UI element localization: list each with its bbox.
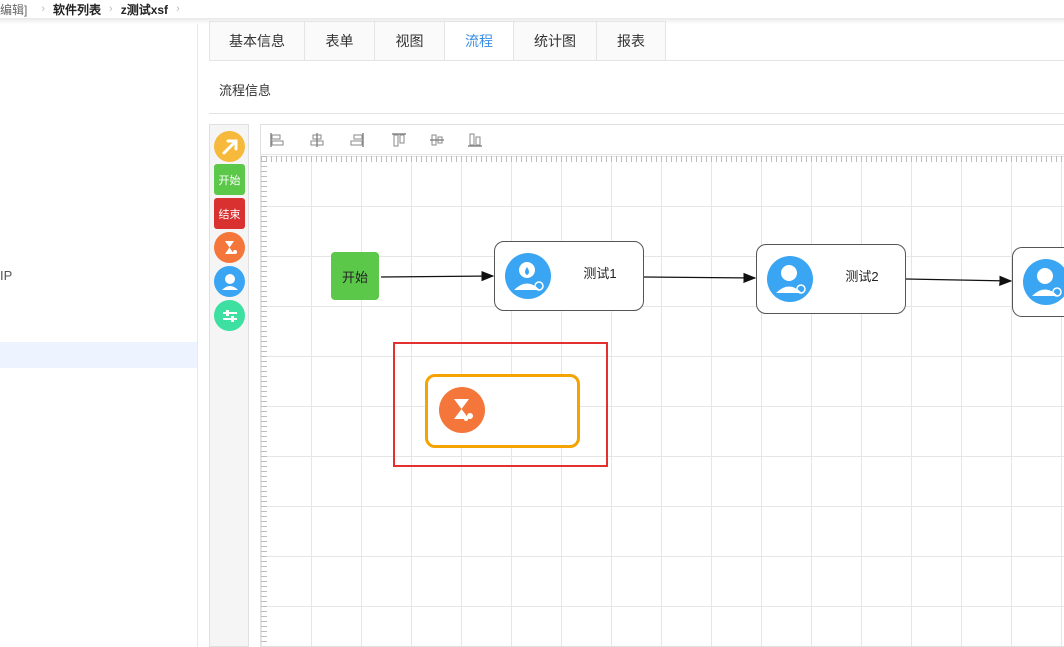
chevron-right-icon: › (109, 3, 113, 15)
flow-canvas[interactable]: 开始 测试1 测试2 (260, 124, 1064, 647)
task-node-2[interactable]: 测试2 (756, 244, 906, 314)
arrow-up-right-icon (222, 139, 237, 154)
breadcrumb-item-software-list[interactable]: 软件列表 (53, 1, 101, 18)
tab-flow[interactable]: 流程 (445, 21, 514, 61)
tabs-divider (209, 60, 1064, 61)
breadcrumb-item-edit[interactable]: 编辑] (0, 1, 27, 18)
sidebar-item-active[interactable] (0, 342, 197, 368)
tab-basic-info[interactable]: 基本信息 (209, 21, 305, 61)
task-node-1[interactable]: 测试1 (494, 241, 644, 311)
left-sidebar: IP (0, 24, 198, 647)
start-node-tool[interactable]: 开始 (214, 164, 245, 195)
timer-node-selected[interactable] (425, 374, 580, 448)
end-node-tool[interactable]: 结束 (214, 198, 245, 229)
user-icon (221, 273, 238, 290)
gateway-tool[interactable] (214, 300, 245, 331)
chevron-right-icon: › (176, 3, 180, 15)
chevron-right-icon: › (41, 3, 46, 15)
section-divider (209, 113, 1064, 114)
user-icon (767, 256, 813, 302)
task-node-label: 测试2 (845, 268, 879, 284)
edge-task2-to-task3[interactable] (905, 275, 1013, 286)
tab-view[interactable]: 视图 (375, 21, 445, 61)
flow-connectors (380, 270, 1013, 286)
node-palette: 开始 结束 (209, 124, 249, 647)
hourglass-icon (439, 387, 485, 433)
tab-report[interactable]: 报表 (597, 21, 666, 61)
sidebar-item-label[interactable]: IP (0, 268, 12, 283)
sliders-icon (222, 309, 237, 322)
hourglass-icon (224, 240, 237, 254)
task-node-3[interactable] (1012, 247, 1064, 317)
user-icon (505, 253, 551, 299)
user-icon (1023, 259, 1064, 305)
start-node[interactable]: 开始 (331, 252, 379, 300)
tab-form[interactable]: 表单 (305, 21, 375, 61)
breadcrumb: 编辑] › 软件列表 › z测试xsf › (0, 0, 1064, 18)
section-title: 流程信息 (219, 83, 272, 98)
tab-statistics[interactable]: 统计图 (514, 21, 597, 61)
breadcrumb-item-current: z测试xsf (120, 2, 169, 17)
pointer-tool[interactable] (214, 131, 245, 162)
user-task-tool[interactable] (214, 266, 245, 297)
edge-task1-to-task2[interactable] (643, 272, 757, 284)
task-node-label: 测试1 (583, 265, 617, 281)
tab-bar: 基本信息 表单 视图 流程 统计图 报表 (209, 21, 666, 61)
edge-start-to-task1[interactable] (380, 270, 495, 282)
timer-node-tool[interactable] (214, 232, 245, 263)
